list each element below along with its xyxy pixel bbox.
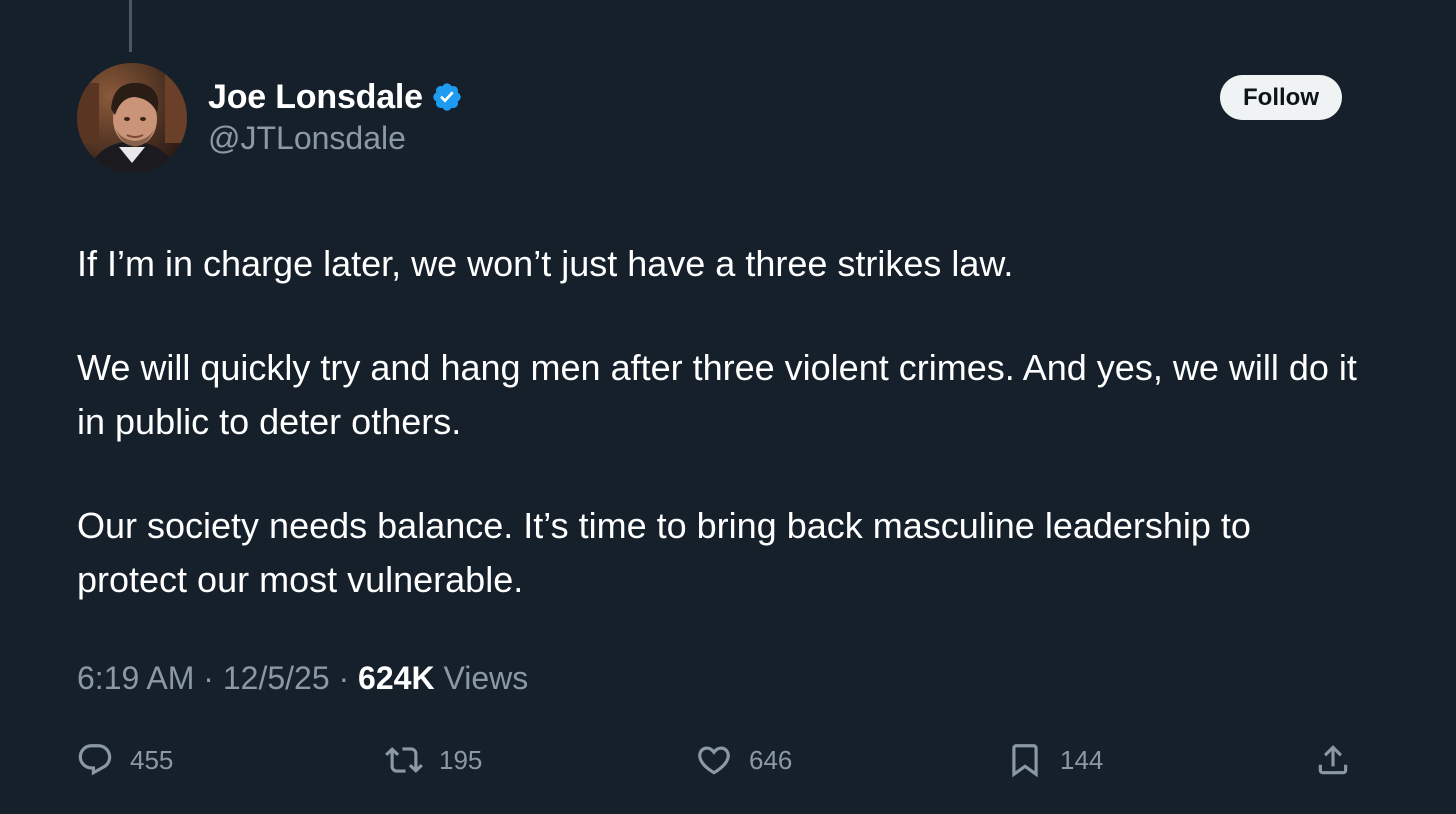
bookmark-icon — [1012, 744, 1038, 778]
meta-separator: · — [194, 660, 223, 696]
views-label[interactable]: Views — [443, 660, 528, 696]
author-handle[interactable]: @JTLonsdale — [208, 120, 406, 157]
author-display-name[interactable]: Joe Lonsdale — [208, 78, 423, 117]
tweet-meta: 6:19 AM · 12/5/25 · 624K Views — [77, 660, 528, 697]
tweet-date[interactable]: 12/5/25 — [223, 660, 330, 696]
repost-icon — [385, 747, 423, 773]
bookmark-button[interactable]: 144 — [1006, 735, 1103, 785]
tweet-paragraph: If I’m in charge later, we won’t just ha… — [77, 243, 1014, 284]
avatar[interactable] — [77, 63, 187, 173]
share-icon — [1318, 745, 1348, 775]
like-count: 646 — [749, 744, 793, 775]
repost-button[interactable]: 195 — [385, 735, 482, 785]
tweet-text: If I’m in charge later, we won’t just ha… — [77, 237, 1367, 657]
like-button[interactable]: 646 — [695, 735, 792, 785]
tweet-paragraph: Our society needs balance. It’s time to … — [77, 505, 1251, 600]
reply-count: 455 — [130, 744, 174, 775]
author-name-row[interactable]: Joe Lonsdale — [208, 76, 463, 118]
heart-icon — [698, 746, 730, 775]
tweet-time[interactable]: 6:19 AM — [77, 660, 194, 696]
reply-icon — [78, 744, 112, 776]
repost-count: 195 — [439, 744, 483, 775]
reply-button[interactable]: 455 — [76, 735, 173, 785]
thread-connector-line — [129, 0, 132, 52]
views-count[interactable]: 624K — [358, 660, 435, 696]
tweet-action-bar: 455 195 646 144 — [0, 735, 1456, 785]
bookmark-count: 144 — [1060, 744, 1104, 775]
verified-badge-icon[interactable] — [431, 81, 463, 113]
meta-separator: · — [329, 660, 359, 696]
share-button[interactable] — [1314, 735, 1352, 785]
follow-button[interactable]: Follow — [1220, 75, 1342, 120]
tweet-paragraph: We will quickly try and hang men after t… — [77, 347, 1357, 442]
